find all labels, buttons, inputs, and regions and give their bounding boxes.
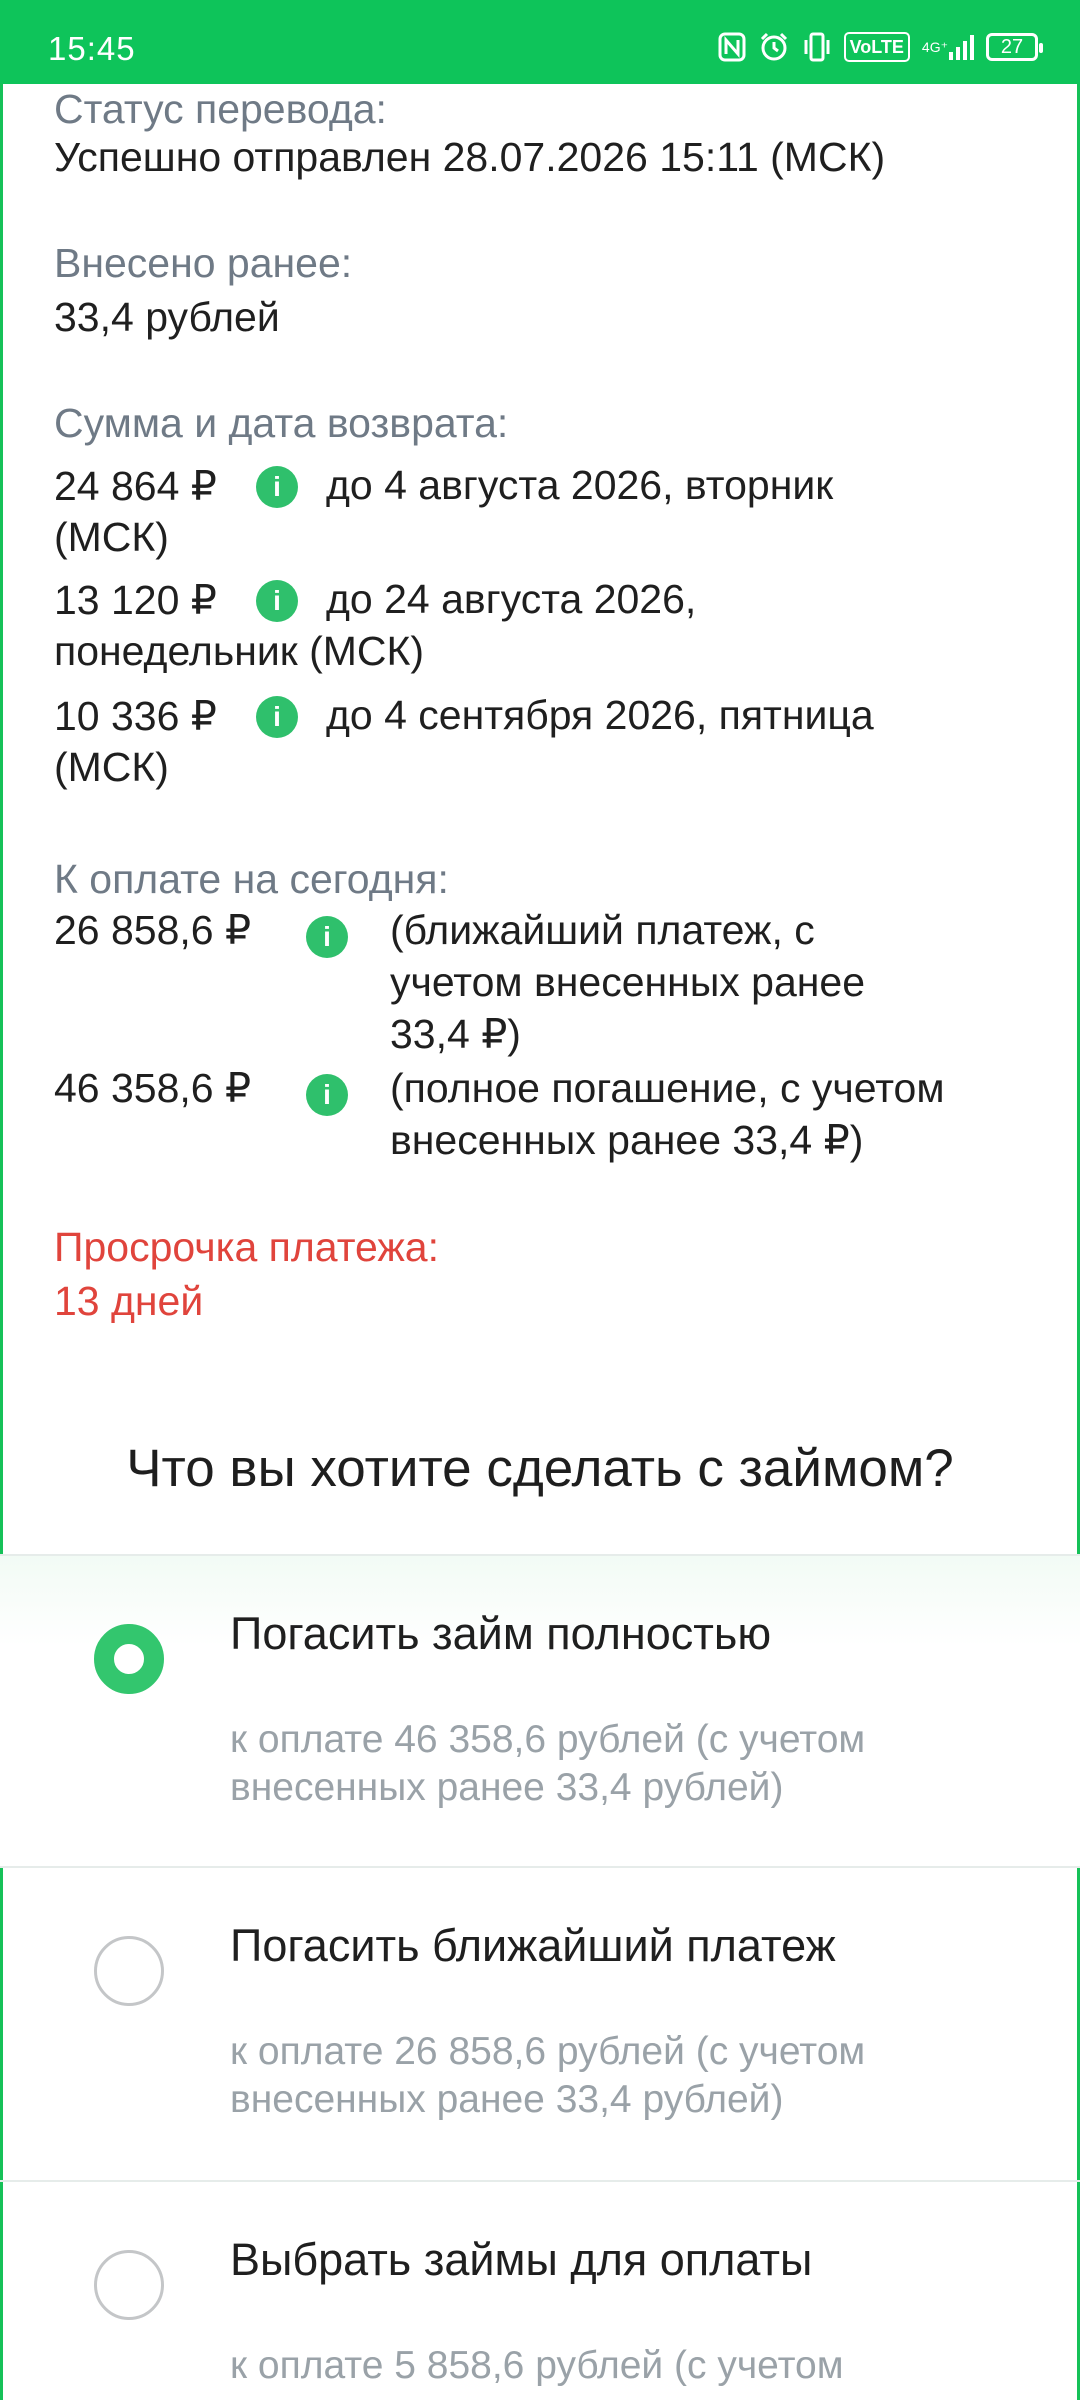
option-subtitle: к оплате 26 858,6 рублей (с учетом внесе… — [230, 2028, 990, 2124]
transfer-status-value: Успешно отправлен 28.07.2026 15:11 (МСК) — [54, 134, 886, 180]
prepaid-value: 33,4 рублей — [54, 294, 280, 340]
option-title: Выбрать займы для оплаты — [230, 2234, 813, 2285]
option-subtitle-line: внесенных ранее 33,4 рублей) — [230, 1766, 784, 1809]
overdue-label: Просрочка платежа: — [54, 1224, 439, 1270]
schedule-due-date-cont: понедельник (МСК) — [54, 628, 425, 674]
radio-unselected-icon[interactable] — [94, 1936, 164, 2006]
due-description-line: внесенных ранее 33,4 ₽) — [390, 1117, 864, 1163]
option-select-loans[interactable]: Выбрать займы для оплаты к оплате 5 858,… — [0, 2182, 1080, 2400]
due-description: (полное погашение, с учетом внесенных ра… — [390, 1062, 945, 1166]
schedule-amount: 10 336 ₽ — [54, 693, 217, 739]
option-title: Погасить займ полностью — [230, 1608, 772, 1659]
schedule-due-date: до 4 августа 2026, вторник — [326, 462, 834, 508]
option-subtitle-line: к оплате 26 858,6 рублей (с учетом — [230, 2030, 866, 2073]
schedule-due-date-cont: (МСК) — [54, 514, 169, 560]
info-icon[interactable]: i — [306, 916, 348, 958]
schedule-label: Сумма и дата возврата: — [54, 400, 509, 446]
volte-icon: VoLTE — [843, 32, 910, 62]
due-description-line: (ближайший платеж, с — [390, 907, 815, 953]
schedule-amount: 24 864 ₽ — [54, 463, 217, 509]
status-time: 15:45 — [48, 30, 136, 67]
info-icon[interactable]: i — [256, 696, 298, 738]
option-pay-full[interactable]: Погасить займ полностью к оплате 46 358,… — [0, 1556, 1080, 1866]
radio-selected-icon[interactable] — [94, 1624, 164, 1694]
option-title: Погасить ближайший платеж — [230, 1920, 836, 1971]
option-subtitle-line: к оплате 5 858,6 рублей (с учетом — [230, 2344, 844, 2387]
due-description-line: 33,4 ₽) — [390, 1011, 521, 1057]
due-today-label: К оплате на сегодня: — [54, 856, 449, 902]
info-icon[interactable]: i — [306, 1074, 348, 1116]
status-icons: VoLTE 4G⁺ 27 — [718, 30, 1043, 64]
action-question: Что вы хотите сделать с займом? — [126, 1439, 954, 1498]
option-pay-next[interactable]: Погасить ближайший платеж к оплате 26 85… — [0, 1868, 1080, 2180]
radio-unselected-icon[interactable] — [94, 2250, 164, 2320]
option-subtitle-line: внесенных ранее 33,4 рублей) — [230, 2078, 784, 2121]
due-description: (ближайший платеж, с учетом внесенных ра… — [390, 904, 865, 1060]
battery-level: 27 — [1000, 36, 1024, 58]
info-icon[interactable]: i — [256, 580, 298, 622]
option-subtitle: к оплате 5 858,6 рублей (с учетом — [230, 2342, 990, 2390]
alarm-icon — [758, 30, 790, 64]
schedule-due-date: до 4 сентября 2026, пятница — [326, 692, 874, 738]
schedule-due-date-cont: (МСК) — [54, 744, 169, 790]
overdue-value: 13 дней — [54, 1278, 204, 1324]
option-subtitle-line: к оплате 46 358,6 рублей (с учетом — [230, 1718, 866, 1761]
info-icon[interactable]: i — [256, 466, 298, 508]
transfer-status-label: Статус перевода: — [54, 86, 387, 132]
due-amount: 46 358,6 ₽ — [54, 1065, 252, 1111]
signal-4g-icon: 4G⁺ — [922, 30, 974, 64]
due-description-line: (полное погашение, с учетом — [390, 1065, 945, 1111]
option-subtitle: к оплате 46 358,6 рублей (с учетом внесе… — [230, 1716, 990, 1812]
nfc-icon — [718, 30, 746, 64]
network-type-label: 4G⁺ — [921, 39, 948, 55]
battery-icon: 27 — [986, 33, 1043, 61]
schedule-due-date: до 24 августа 2026, — [326, 576, 697, 622]
vibrate-icon — [802, 30, 832, 64]
schedule-amount: 13 120 ₽ — [54, 577, 217, 623]
due-amount: 26 858,6 ₽ — [54, 907, 252, 953]
status-bar: 15:45 VoLTE 4G⁺ 27 — [0, 0, 1080, 84]
due-description-line: учетом внесенных ранее — [390, 959, 866, 1005]
prepaid-label: Внесено ранее: — [54, 240, 353, 286]
